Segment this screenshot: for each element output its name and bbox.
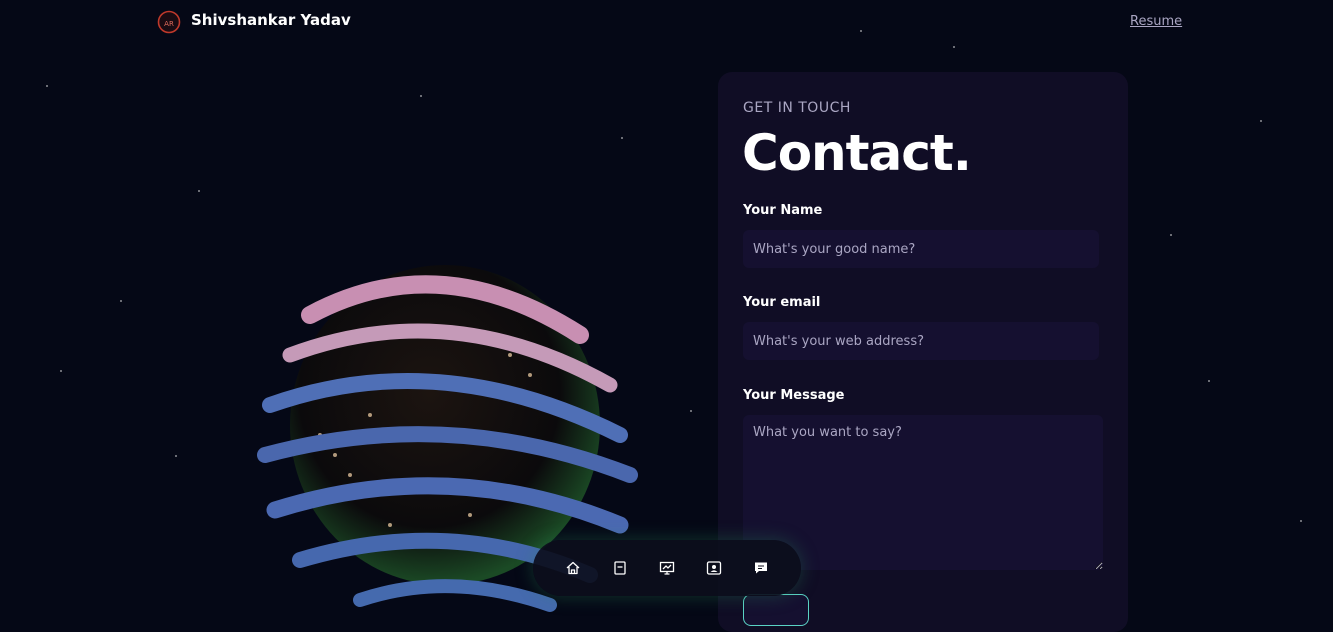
logo-monogram: AR [164, 20, 174, 28]
brand-name[interactable]: Shivshankar Yadav [191, 11, 351, 29]
message-textarea[interactable] [743, 415, 1103, 570]
email-input[interactable] [743, 322, 1099, 360]
bottom-dock [533, 540, 801, 596]
resume-link[interactable]: Resume [1130, 14, 1182, 29]
email-label: Your email [743, 295, 821, 310]
name-label: Your Name [743, 203, 823, 218]
name-input[interactable] [743, 230, 1099, 268]
navbar: AR Shivshankar Yadav Resume [0, 0, 1333, 44]
section-eyebrow: GET IN TOUCH [743, 100, 851, 116]
send-button[interactable] [743, 594, 809, 626]
home-icon[interactable] [563, 558, 583, 578]
starfield [0, 0, 1333, 605]
contact-card-icon[interactable] [704, 558, 724, 578]
section-title: Contact. [742, 124, 972, 182]
logo-icon[interactable]: AR [157, 10, 181, 34]
chat-icon[interactable] [751, 558, 771, 578]
message-label: Your Message [743, 388, 845, 403]
bookmark-icon[interactable] [610, 558, 630, 578]
presentation-icon[interactable] [657, 558, 677, 578]
